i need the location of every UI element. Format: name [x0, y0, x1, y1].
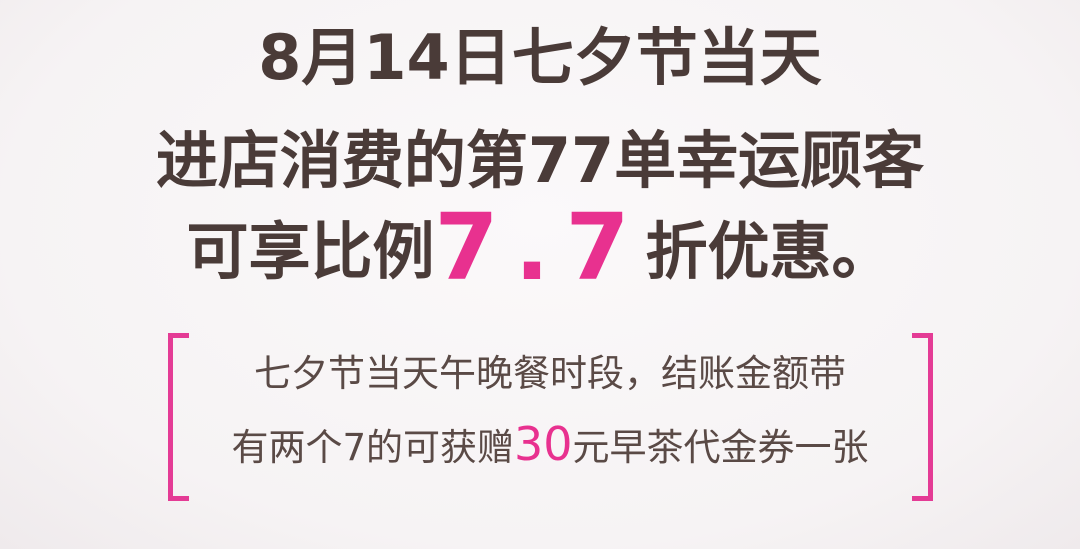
discount-suffix: 折优惠。 [645, 215, 894, 288]
offer-condition-line: 七夕节当天午晚餐时段，结账金额带 [254, 352, 846, 395]
reward-prefix: 有两个7的可获赠 [231, 426, 514, 469]
reward-amount: 30 [514, 417, 573, 471]
reward-suffix: 元早茶代金券一张 [572, 426, 869, 469]
promo-poster: 8月14日七夕节当天 进店消费的第77单幸运顾客 可享比例7.7折优惠。 七夕节… [0, 0, 1080, 549]
headline-lucky-customer: 进店消费的第77单幸运顾客 [155, 124, 925, 197]
left-bracket-decoration [168, 333, 189, 501]
discount-prefix: 可享比例 [186, 215, 435, 288]
discount-value: 7.7 [434, 194, 646, 301]
offer-reward-line: 有两个7的可获赠30元早茶代金券一张 [190, 420, 910, 472]
headline-discount: 可享比例7.7折优惠。 [0, 202, 1080, 298]
right-bracket-decoration [912, 333, 933, 501]
headline-date: 8月14日七夕节当天 [258, 21, 822, 94]
